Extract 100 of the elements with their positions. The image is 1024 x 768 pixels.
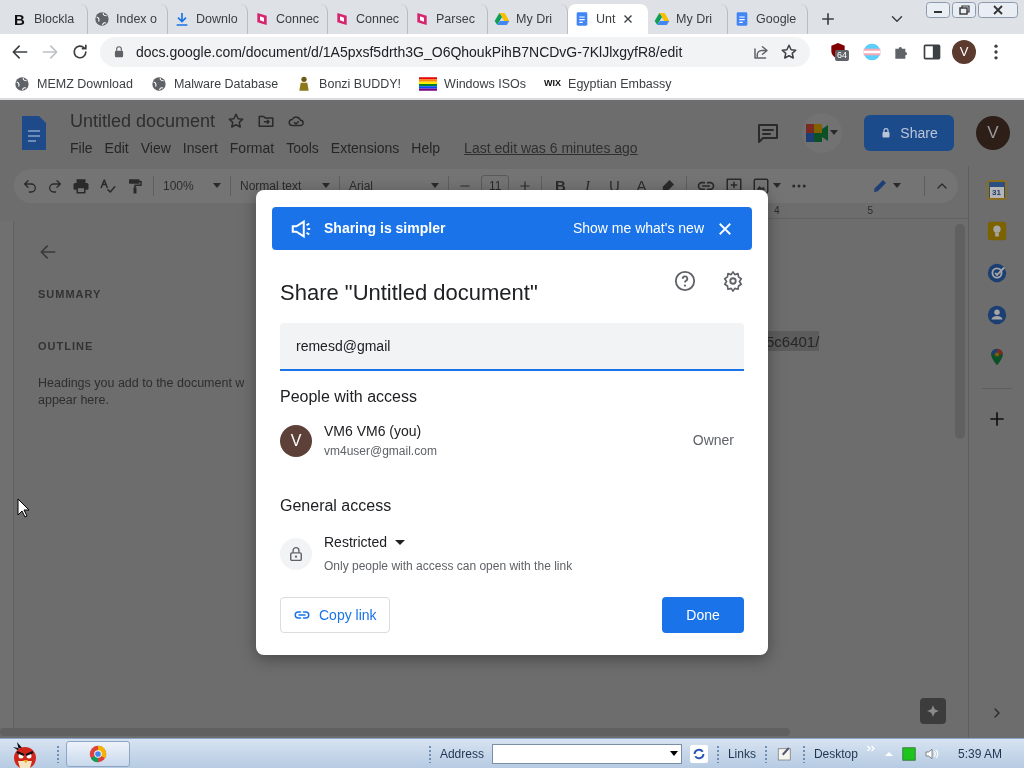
bookmark[interactable]: Bonzi BUDDY! [296,74,402,94]
address-field[interactable] [491,743,682,764]
extension-badge: 64 [835,50,849,61]
address-bar[interactable]: docs.google.com/document/d/1A5pxsf5drth3G_O6QhoukPihB7NCDvG-7KlJlxgyfR8/edit [100,37,810,67]
menu-item[interactable]: View [140,137,171,159]
back-icon[interactable] [10,42,30,62]
lock-icon [880,127,893,139]
lock-icon [112,45,126,59]
person-circle-icon[interactable] [985,304,1008,326]
invite-field[interactable]: remesd@gmail [280,323,744,371]
account-avatar[interactable]: V [976,116,1010,150]
copy-link-button[interactable]: Copy link [280,597,390,633]
reload-icon[interactable] [70,42,90,62]
menu-item[interactable]: File [70,137,93,159]
print-icon[interactable] [72,177,90,195]
banner-link[interactable]: Show me what's new [572,218,704,239]
settings-icon[interactable] [722,270,744,292]
zoom-dropdown[interactable]: 100% [163,177,221,195]
checkmark-circle-icon[interactable] [985,262,1008,284]
calendar-icon[interactable]: 31 [986,180,1007,200]
paint-format-icon[interactable] [126,177,144,195]
menu-item[interactable]: Help [411,137,441,159]
app-logo-icon [414,11,430,27]
pencil-icon[interactable] [871,177,889,195]
outline-hint: Headings you add to the document w appear here. [38,374,245,409]
style-dropdown[interactable]: Normal text [240,177,330,195]
video-camera-icon [806,124,828,142]
outline-heading: OUTLINE [38,339,95,355]
bookmark[interactable]: Malware Database [150,74,279,94]
redo-icon[interactable] [47,178,63,194]
plus-icon[interactable] [518,179,533,193]
close-window-icon[interactable] [978,2,1018,18]
toolbar-label: Desktop [813,745,858,763]
section-heading: General access [280,496,393,516]
document-icon [574,11,590,27]
clock[interactable]: 5:39 AM [957,744,1002,763]
user-role: Owner [692,431,734,450]
font-dropdown[interactable]: Arial [349,177,439,195]
docs-logo-icon[interactable] [20,114,48,152]
user-name: VM6 VM6 (you) [324,422,423,441]
access-description: Only people with access can open with the link [324,558,573,575]
undo-icon[interactable] [22,178,38,194]
access-dropdown[interactable]: Restricted [324,532,406,553]
browser-tab[interactable]: Unt [568,4,648,34]
side-panel-icon[interactable] [922,42,942,62]
rainbow-flag-icon [419,77,438,91]
globe-icon [14,76,30,92]
bookmark[interactable]: WIX Egyptian Embassy [544,74,672,94]
comment-icon[interactable] [756,121,780,145]
app-logo-icon [334,11,350,27]
circle-logo-icon [89,744,107,763]
taskbar-button[interactable] [66,740,130,767]
document-icon [734,11,750,27]
user-avatar: V [280,424,312,457]
menu-item[interactable]: Extensions [330,137,400,159]
video-call-button[interactable] [802,113,842,153]
user-email: vm4user@gmail.com [324,443,437,460]
wordmark-logo: WIX [544,77,562,91]
share-button[interactable]: Share [864,115,954,151]
menu-item[interactable]: Format [229,137,275,159]
refresh-icon[interactable] [689,744,708,763]
lightbulb-icon[interactable] [985,220,1008,242]
battery-status-icon[interactable] [901,746,916,761]
share-icon[interactable] [752,43,770,61]
triangle-logo-icon [494,11,510,27]
mouse-pointer-icon [17,498,29,518]
caret-icon [830,130,838,136]
section-heading: People with access [280,387,418,407]
menu-item[interactable]: Edit [104,137,129,159]
megaphone-icon [290,217,312,240]
caret-icon [395,539,406,546]
app-logo-icon [254,11,270,27]
done-button[interactable]: Done [662,597,744,633]
sparkle-icon [926,704,940,718]
star-icon[interactable] [780,43,798,61]
letter-logo: B [14,11,26,27]
star-icon[interactable] [227,112,246,130]
minimize-icon[interactable] [926,2,950,18]
striped-circle-icon[interactable] [862,42,882,62]
dialog-title: Share "Untitled document" [280,279,538,307]
bookmark[interactable]: MEMZ Download [14,74,133,94]
banner-text: Sharing is simpler [324,219,446,238]
download-icon [174,11,190,27]
globe-icon [150,76,167,92]
globe-icon [94,11,110,27]
menu-item[interactable]: Tools [286,137,319,159]
caret-icon [773,183,782,189]
restore-icon[interactable] [952,2,976,18]
toolbar-label: Address [439,745,484,763]
spellcheck-icon[interactable] [99,177,117,195]
bookmark[interactable]: Windows ISOs [419,74,527,94]
image-icon[interactable] [752,177,771,195]
forward-icon[interactable] [40,42,60,62]
menu-item[interactable]: Insert [182,137,218,159]
sparkle-button[interactable] [920,698,946,724]
profile-avatar[interactable]: V [952,40,976,64]
help-icon[interactable] [674,270,696,292]
caret-icon [669,750,678,757]
toolbar-label: Links [727,745,756,763]
lock-icon [280,537,312,570]
